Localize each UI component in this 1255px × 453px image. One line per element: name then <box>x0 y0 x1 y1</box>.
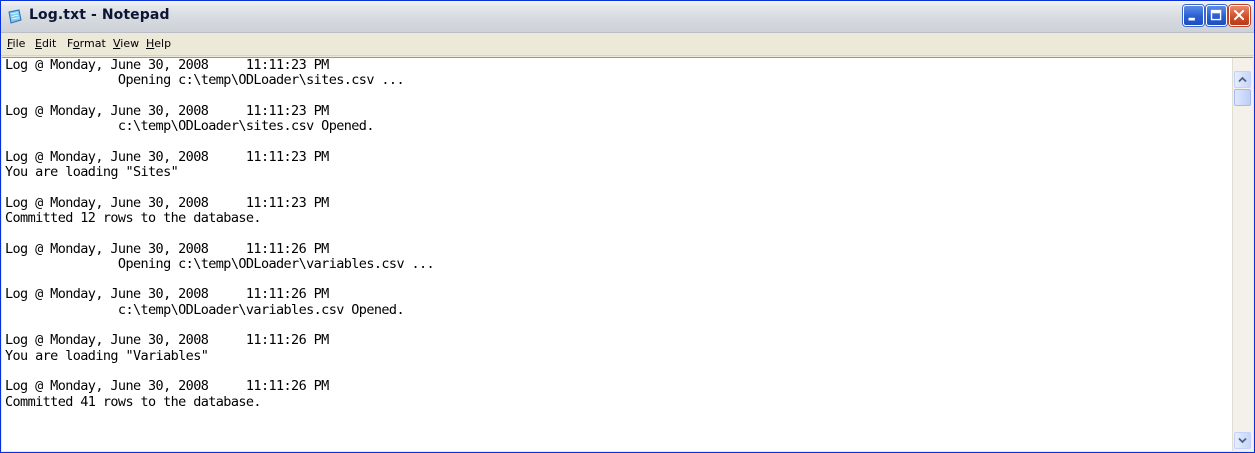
menu-view[interactable]: View <box>113 37 139 50</box>
notepad-window: Log.txt - Notepad File Edit Format View … <box>0 0 1255 453</box>
text-area[interactable]: Log @ Monday, June 30, 2008 11:11:23 PM … <box>5 58 1231 451</box>
scroll-thumb[interactable] <box>1234 89 1251 106</box>
chevron-down-icon <box>1238 437 1247 444</box>
title-bar[interactable]: Log.txt - Notepad <box>1 1 1254 33</box>
document-text[interactable]: Log @ Monday, June 30, 2008 11:11:23 PM … <box>5 58 1231 410</box>
close-button[interactable] <box>1229 5 1250 26</box>
notepad-icon <box>8 9 22 24</box>
maximize-button[interactable] <box>1206 5 1227 26</box>
menu-bar: File Edit Format View Help <box>1 33 1254 56</box>
menu-edit[interactable]: Edit <box>35 37 56 50</box>
vertical-scrollbar[interactable] <box>1232 58 1253 451</box>
minimize-button[interactable] <box>1183 5 1204 26</box>
menu-help[interactable]: Help <box>146 37 171 50</box>
scroll-down-button[interactable] <box>1234 432 1251 449</box>
window-title: Log.txt - Notepad <box>29 7 170 23</box>
maximize-icon <box>1210 9 1222 21</box>
minimize-icon <box>1188 17 1195 21</box>
text-editor[interactable]: Log @ Monday, June 30, 2008 11:11:23 PM … <box>2 57 1253 451</box>
menu-file[interactable]: File <box>7 37 25 50</box>
close-icon <box>1233 9 1245 21</box>
menu-format[interactable]: Format <box>67 37 106 50</box>
chevron-up-icon <box>1238 76 1247 83</box>
caption-buttons <box>1183 5 1250 27</box>
scroll-up-button[interactable] <box>1234 71 1251 88</box>
